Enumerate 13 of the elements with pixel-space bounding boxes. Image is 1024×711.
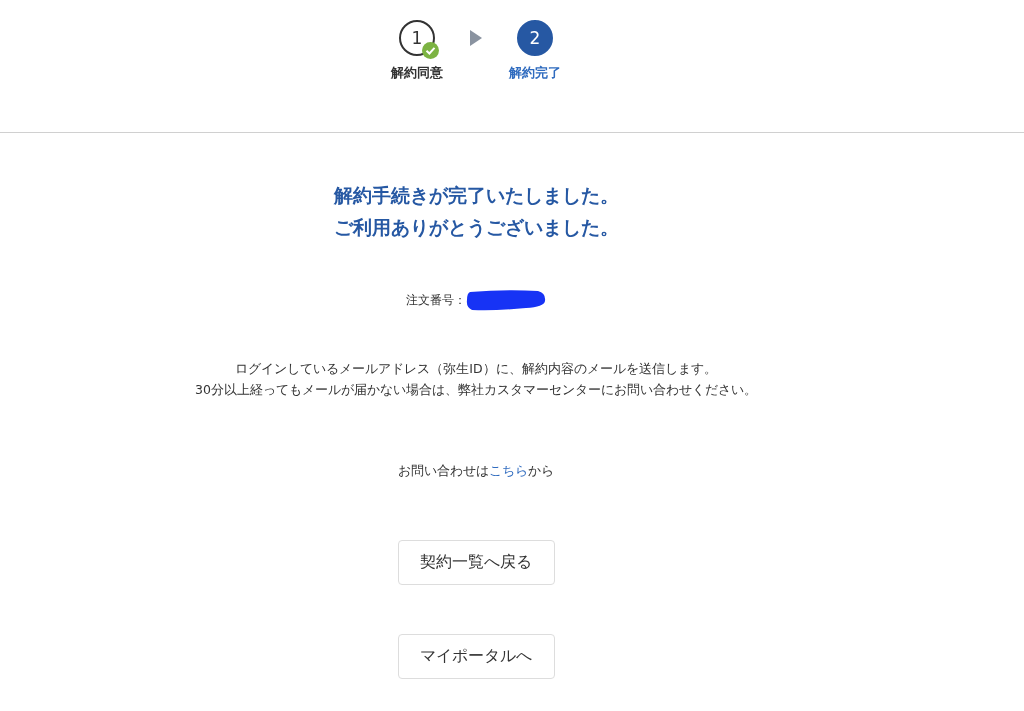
contact-link[interactable]: こちら [489, 463, 528, 478]
completion-heading: ご利用ありがとうございました。 [333, 215, 619, 240]
notice-text: 30分以上経ってもメールが届かない場合は、弊社カスタマーセンターにお問い合わせください。 [195, 382, 757, 399]
step-label: 解約同意 [391, 64, 443, 82]
step-number: 2 [517, 20, 553, 56]
back-to-contracts-button[interactable]: 契約一覧へ戻る [397, 540, 555, 585]
my-portal-button[interactable]: マイポータルへ [397, 634, 555, 679]
order-number-label: 注文番号： [406, 291, 466, 309]
step-label: 解約完了 [509, 64, 561, 82]
contact-text: お問い合わせはこちらから [398, 463, 554, 480]
completion-heading: 解約手続きが完了いたしました。 [333, 183, 619, 208]
arrow-icon [470, 30, 482, 46]
notice-text: ログインしているメールアドレス（弥生ID）に、解約内容のメールを送信します。 [235, 361, 717, 378]
